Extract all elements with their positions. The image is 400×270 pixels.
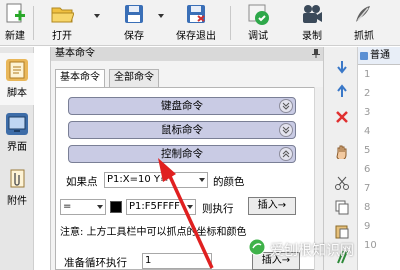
- if-point-label: 如果点: [66, 176, 98, 188]
- paste-icon[interactable]: [334, 223, 350, 239]
- category-mouse-commands[interactable]: 鼠标命令: [68, 121, 296, 139]
- tab-basic-commands[interactable]: 基本命令: [55, 69, 105, 88]
- color-of-label: 的颜色: [213, 176, 245, 188]
- toolbar-separator: [230, 6, 231, 40]
- category-control-commands[interactable]: 控制命令: [68, 145, 296, 163]
- category-label: 控制命令: [161, 148, 203, 160]
- script-editor: 普通 1 2 3 4 5 6 7 8 9 10: [358, 47, 400, 270]
- save-button[interactable]: 保存: [116, 0, 152, 46]
- line-number: 2: [364, 88, 371, 99]
- line-number: 6: [364, 164, 371, 175]
- move-down-icon[interactable]: [334, 59, 350, 75]
- sidebar-item-attachment[interactable]: 附件: [0, 161, 34, 213]
- line-number: 3: [364, 107, 371, 118]
- delete-icon[interactable]: [334, 109, 350, 125]
- line-number: 1: [364, 69, 371, 80]
- open-label: 打开: [52, 31, 72, 42]
- sidebar-item-interface[interactable]: 界面: [0, 107, 34, 159]
- grab-icon: [352, 2, 376, 26]
- loop-count-input[interactable]: 1: [142, 253, 212, 269]
- save-dropdown-icon[interactable]: [158, 14, 164, 18]
- record-button[interactable]: 录制: [294, 0, 330, 46]
- debug-button[interactable]: 调试: [240, 0, 276, 46]
- record-camera-icon: [300, 2, 324, 26]
- grab-button[interactable]: 抓抓: [346, 0, 382, 46]
- editor-tab-label: 普通: [370, 50, 390, 61]
- category-label: 键盘命令: [161, 100, 203, 112]
- save-label: 保存: [124, 31, 144, 42]
- operator-value: =: [63, 201, 72, 212]
- save-disk-icon: [122, 2, 146, 26]
- note-text: 注意: 上方工具栏中可以抓点的坐标和颜色: [60, 227, 247, 238]
- attachment-icon: [6, 167, 28, 189]
- chevron-down-icon: [187, 205, 193, 209]
- copy-icon[interactable]: [334, 199, 350, 215]
- chevron-down-icon: [199, 178, 205, 182]
- open-button[interactable]: 打开: [42, 0, 82, 46]
- sidebar-item-script[interactable]: 脚本: [0, 53, 34, 105]
- script-icon: [6, 59, 28, 81]
- chevron-down-icon: [279, 123, 293, 137]
- chevron-up-icon: [279, 147, 293, 161]
- interface-icon: [6, 113, 28, 135]
- pin-icon[interactable]: [312, 49, 320, 58]
- sidebar-item-label: 界面: [7, 142, 27, 153]
- line-number: 4: [364, 126, 371, 137]
- color-swatch[interactable]: [110, 201, 122, 213]
- category-keyboard-commands[interactable]: 键盘命令: [68, 97, 296, 115]
- loop-label: 准备循环执行: [64, 257, 127, 269]
- point-select-value: P1:X=10 Y=: [107, 174, 169, 185]
- main-toolbar: 新建 打开 保存 保存退出 调试 录制 抓抓: [0, 0, 400, 46]
- debug-icon: [246, 2, 270, 26]
- hand-icon[interactable]: [334, 143, 350, 161]
- grab-label: 抓抓: [354, 31, 374, 42]
- watermark-logo-icon: [248, 238, 266, 256]
- line-number: 5: [364, 145, 371, 156]
- new-file-icon: [3, 2, 27, 26]
- tab-normal[interactable]: 普通: [358, 47, 400, 65]
- then-execute-label: 则执行: [202, 203, 234, 215]
- watermark-text: 爱刨根知识网: [270, 243, 354, 259]
- line-number: 9: [364, 221, 371, 232]
- app-window: 新建 打开 保存 保存退出 调试 录制 抓抓 脚本 界面 附件 基本命令 基本命…: [0, 0, 400, 270]
- save-exit-label: 保存退出: [176, 31, 216, 42]
- document-icon: [360, 52, 368, 60]
- tab-all-commands[interactable]: 全部命令: [109, 69, 159, 87]
- line-number: 8: [364, 202, 371, 213]
- new-button[interactable]: 新建: [0, 0, 30, 46]
- debug-label: 调试: [248, 31, 268, 42]
- move-up-icon[interactable]: [334, 83, 350, 99]
- save-exit-icon: [184, 2, 208, 26]
- left-sidebar: 脚本 界面 附件: [0, 47, 34, 270]
- edit-tool-strip: [324, 47, 358, 270]
- loop-count-value: 1: [145, 255, 152, 266]
- save-exit-button[interactable]: 保存退出: [170, 0, 222, 46]
- panel-title: 基本命令: [51, 47, 323, 61]
- chevron-down-icon: [97, 205, 103, 209]
- chevron-down-icon: [279, 99, 293, 113]
- line-number: 10: [364, 240, 377, 251]
- open-dropdown-icon[interactable]: [94, 14, 100, 18]
- color-select[interactable]: P1:F5FFFF: [126, 199, 196, 215]
- command-panel: 基本命令 基本命令 全部命令 键盘命令 鼠标命令 控制命令 如果点 P1:X=1…: [50, 47, 324, 270]
- operator-select[interactable]: =: [60, 199, 106, 215]
- color-select-value: P1:F5FFFF: [129, 201, 180, 212]
- line-number: 7: [364, 183, 371, 194]
- category-label: 鼠标命令: [161, 124, 203, 136]
- scissors-icon[interactable]: [334, 175, 350, 191]
- record-label: 录制: [302, 31, 322, 42]
- toolbar-separator: [33, 6, 34, 40]
- sidebar-item-label: 附件: [7, 196, 27, 207]
- open-folder-icon: [50, 2, 75, 26]
- sidebar-item-label: 脚本: [7, 88, 27, 99]
- point-select[interactable]: P1:X=10 Y=: [104, 172, 208, 188]
- new-label: 新建: [5, 31, 25, 42]
- insert-condition-button[interactable]: 插入→: [248, 197, 296, 215]
